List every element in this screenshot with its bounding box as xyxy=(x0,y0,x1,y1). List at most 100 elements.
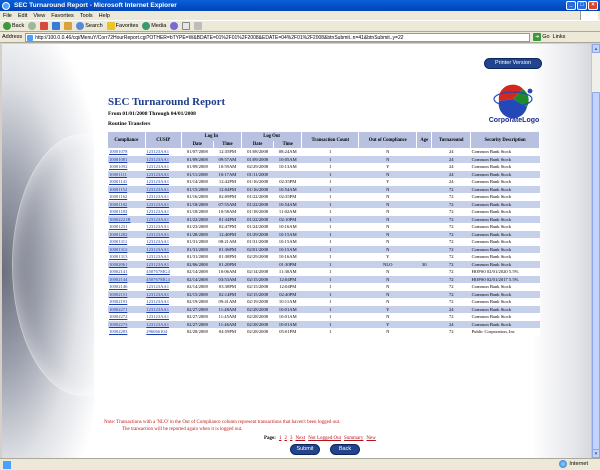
cell-compliance[interactable]: 10002283 xyxy=(108,328,146,336)
cell-compliance[interactable]: 10002271 xyxy=(108,305,146,313)
cell-cusip[interactable]: 123123AA1 xyxy=(145,200,182,208)
cell-compliance[interactable]: 10002151 xyxy=(108,290,146,298)
print-button[interactable] xyxy=(194,22,203,30)
cell-compliance[interactable]: 10002272 xyxy=(108,313,146,321)
cell-compliance[interactable]: 10001081 xyxy=(108,155,146,163)
media-button[interactable]: Media xyxy=(142,22,166,30)
cell-compliance[interactable]: 10001282 xyxy=(108,230,146,238)
close-button[interactable]: × xyxy=(588,1,598,10)
minimize-button[interactable]: _ xyxy=(566,1,576,10)
printer-version-button[interactable]: Printer Version xyxy=(484,58,542,69)
go-button[interactable]: ➜ Go xyxy=(533,33,550,41)
cell-cusip[interactable]: 123123AA1 xyxy=(145,290,182,298)
scroll-thumb[interactable] xyxy=(592,92,600,452)
pager-next-link[interactable]: Next xyxy=(295,436,305,441)
scroll-down-arrow-icon[interactable]: ▼ xyxy=(592,449,600,458)
mail-button[interactable] xyxy=(182,22,191,30)
cell-compliance[interactable]: 10002141 xyxy=(108,268,146,276)
pager-page-2[interactable]: 2 xyxy=(284,436,287,441)
cell-cusip[interactable]: 450767MG4 xyxy=(145,275,182,283)
cell-login-date: 01/07/2008 xyxy=(181,148,214,156)
cell-cusip[interactable]: 123123AA1 xyxy=(145,253,182,261)
cell-compliance[interactable]: 10001092 xyxy=(108,163,146,171)
menu-view[interactable]: View xyxy=(33,13,45,19)
cell-transaction-count: 1 xyxy=(301,298,359,306)
stop-button[interactable] xyxy=(40,22,49,30)
cell-compliance[interactable]: 10002144 xyxy=(108,275,146,283)
cell-compliance[interactable]: 10001312 xyxy=(108,245,146,253)
menu-favorites[interactable]: Favorites xyxy=(51,13,74,19)
pager-page-3[interactable]: 3 xyxy=(290,436,293,441)
cell-security-description: Common Bank Stock xyxy=(470,305,540,313)
cell-compliance[interactable]: 10001231 xyxy=(108,223,146,231)
cell-cusip[interactable]: 123123AA1 xyxy=(145,313,182,321)
cell-compliance[interactable]: 10002191 xyxy=(108,298,146,306)
cell-cusip[interactable]: 123123AA1 xyxy=(145,245,182,253)
submit-button[interactable]: Submit xyxy=(290,444,320,455)
links-button[interactable]: Links xyxy=(553,34,566,40)
cell-age xyxy=(416,155,432,163)
cell-cusip[interactable]: 123123AA1 xyxy=(145,148,182,156)
new-link[interactable]: New xyxy=(366,436,375,441)
cell-cusip[interactable]: 123123AA1 xyxy=(145,298,182,306)
cell-compliance[interactable]: 10001183 xyxy=(108,208,146,216)
cell-cusip[interactable]: 123123AA1 xyxy=(145,283,182,291)
cell-compliance[interactable]: 10002273 xyxy=(108,320,146,328)
summary-link[interactable]: Summary xyxy=(344,436,363,441)
cell-cusip[interactable]: 123123AA1 xyxy=(145,178,182,186)
home-button[interactable] xyxy=(64,22,73,30)
cell-cusip[interactable]: 123123AA1 xyxy=(145,320,182,328)
menu-edit[interactable]: Edit xyxy=(18,13,27,19)
cell-compliance[interactable]: 10001078 xyxy=(108,148,146,156)
cell-compliance[interactable]: 10001162 xyxy=(108,193,146,201)
maximize-button[interactable]: □ xyxy=(577,1,587,10)
cell-security-description: Common Bank Stock xyxy=(470,170,540,178)
cell-compliance[interactable]: 10001111 xyxy=(108,170,146,178)
cell-cusip[interactable]: 123123AA1 xyxy=(145,155,182,163)
search-button[interactable]: Search xyxy=(76,22,103,30)
refresh-button[interactable] xyxy=(52,22,61,30)
cell-compliance[interactable]: 10002221B xyxy=(108,215,146,223)
address-input[interactable]: http://100.0.0.46/cqi/MenuY/Corr72HourRe… xyxy=(25,32,531,42)
cell-compliance[interactable]: 10002061 xyxy=(108,260,146,268)
cell-cusip[interactable]: 123123AA1 xyxy=(145,260,182,268)
cell-cusip[interactable]: 123123AA1 xyxy=(145,238,182,246)
cell-cusip[interactable]: 123123AA1 xyxy=(145,215,182,223)
cell-cusip[interactable]: 123123AA1 xyxy=(145,185,182,193)
pager-page-1[interactable]: 1 xyxy=(279,436,282,441)
cell-compliance[interactable]: 10002146 xyxy=(108,283,146,291)
scroll-up-arrow-icon[interactable]: ▲ xyxy=(592,44,600,53)
cell-security-description: Common Bank Stock xyxy=(470,215,540,223)
back-button[interactable]: Back xyxy=(3,22,24,30)
cell-compliance[interactable]: 10001311 xyxy=(108,238,146,246)
cell-cusip[interactable]: 123123AA1 xyxy=(145,208,182,216)
cell-cusip[interactable]: 123123AA1 xyxy=(145,230,182,238)
cell-compliance[interactable]: 10001182 xyxy=(108,200,146,208)
vertical-scrollbar[interactable]: ▲ ▼ xyxy=(591,44,600,458)
cell-compliance[interactable]: 10001141 xyxy=(108,178,146,186)
cell-cusip[interactable]: 123123AA1 xyxy=(145,305,182,313)
cell-cusip[interactable]: 296066104 xyxy=(145,328,182,336)
back-form-button[interactable]: Back xyxy=(330,444,360,455)
cell-cusip[interactable]: 123123AA1 xyxy=(145,170,182,178)
forward-button[interactable] xyxy=(28,22,37,30)
cell-compliance[interactable]: 10001313 xyxy=(108,253,146,261)
not-logged-out-link[interactable]: Not Logged Out xyxy=(308,436,341,441)
header-login-date: Date xyxy=(181,141,214,148)
cell-cusip[interactable]: 450767MG4 xyxy=(145,268,182,276)
cell-out-of-compliance: N xyxy=(358,200,417,208)
cell-compliance[interactable]: 10001152 xyxy=(108,185,146,193)
history-button[interactable] xyxy=(170,22,179,30)
menu-tools[interactable]: Tools xyxy=(80,13,93,19)
table-row: 10001078 123123AA1 01/07/2008 12:35PM 01/08/… xyxy=(108,148,540,156)
cell-cusip[interactable]: 123123AA1 xyxy=(145,193,182,201)
cell-security-description: Common Bank Stock xyxy=(470,245,540,253)
menu-help[interactable]: Help xyxy=(99,13,110,19)
cell-cusip[interactable]: 123123AA1 xyxy=(145,223,182,231)
favorites-button[interactable]: Favorites xyxy=(106,22,138,30)
cell-cusip[interactable]: 123123AA1 xyxy=(145,163,182,171)
table-row: 10001282 123123AA1 01/28/2008 12:40PM 01/29/… xyxy=(108,230,540,238)
menu-file[interactable]: File xyxy=(3,13,12,19)
table-row: 10001312 123123AA1 01/31/2008 01:36PM 02/01/… xyxy=(108,245,540,253)
cell-login-date: 01/16/2008 xyxy=(181,193,214,201)
